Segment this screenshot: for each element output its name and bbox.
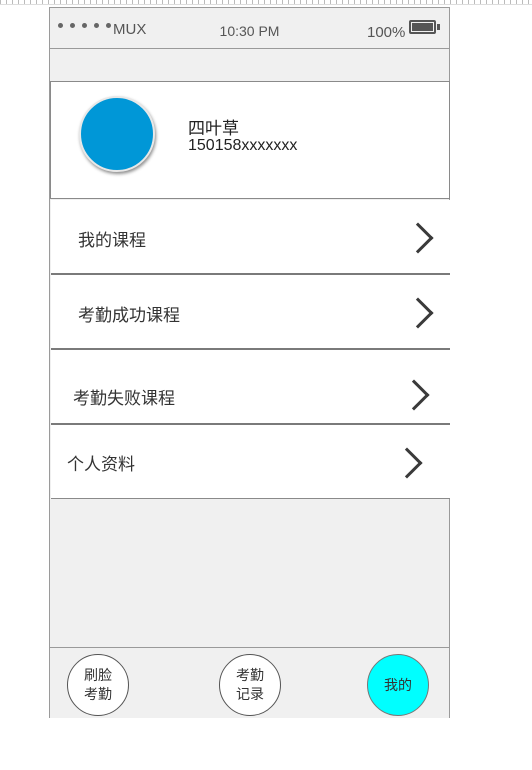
chevron-right-icon — [402, 222, 434, 254]
chevron-right-icon — [398, 379, 430, 411]
menu-item-attendance-failed[interactable]: 考勤失败课程 — [51, 350, 450, 425]
menu-item-attendance-success[interactable]: 考勤成功课程 — [51, 275, 450, 350]
menu-item-label: 我的课程 — [78, 231, 146, 250]
avatar[interactable] — [79, 96, 155, 172]
menu-item-my-courses[interactable]: 我的课程 — [51, 200, 450, 275]
status-bar: MUX 10:30 PM 100% — [50, 8, 449, 49]
menu-item-profile[interactable]: 个人资料 — [51, 425, 450, 499]
profile-card[interactable]: 四叶草 150158xxxxxxx — [50, 81, 450, 199]
chevron-right-icon — [391, 447, 423, 479]
tab-mine[interactable]: 我的 — [367, 654, 429, 716]
menu-item-label: 考勤成功课程 — [78, 306, 180, 325]
menu-item-label: 考勤失败课程 — [73, 389, 175, 408]
phone-frame: MUX 10:30 PM 100% 四叶草 150158xxxxxxx 我的课程… — [49, 7, 450, 718]
user-name: 四叶草 — [188, 119, 239, 138]
user-phone: 150158xxxxxxx — [188, 137, 298, 154]
tab-attendance-records[interactable]: 考勤记录 — [219, 654, 281, 716]
chevron-right-icon — [402, 297, 434, 329]
top-ruler — [0, 0, 532, 5]
battery-icon — [409, 20, 436, 34]
battery-percentage: 100% — [367, 24, 406, 41]
tab-face-attendance[interactable]: 刷脸考勤 — [67, 654, 129, 716]
tab-bar: 刷脸考勤 考勤记录 我的 — [50, 647, 449, 718]
tab-label: 刷脸考勤 — [84, 667, 112, 702]
tab-label: 我的 — [384, 676, 412, 693]
tab-label: 考勤记录 — [236, 667, 264, 702]
battery-tip-icon — [437, 24, 440, 30]
menu-item-label: 个人资料 — [67, 455, 135, 474]
